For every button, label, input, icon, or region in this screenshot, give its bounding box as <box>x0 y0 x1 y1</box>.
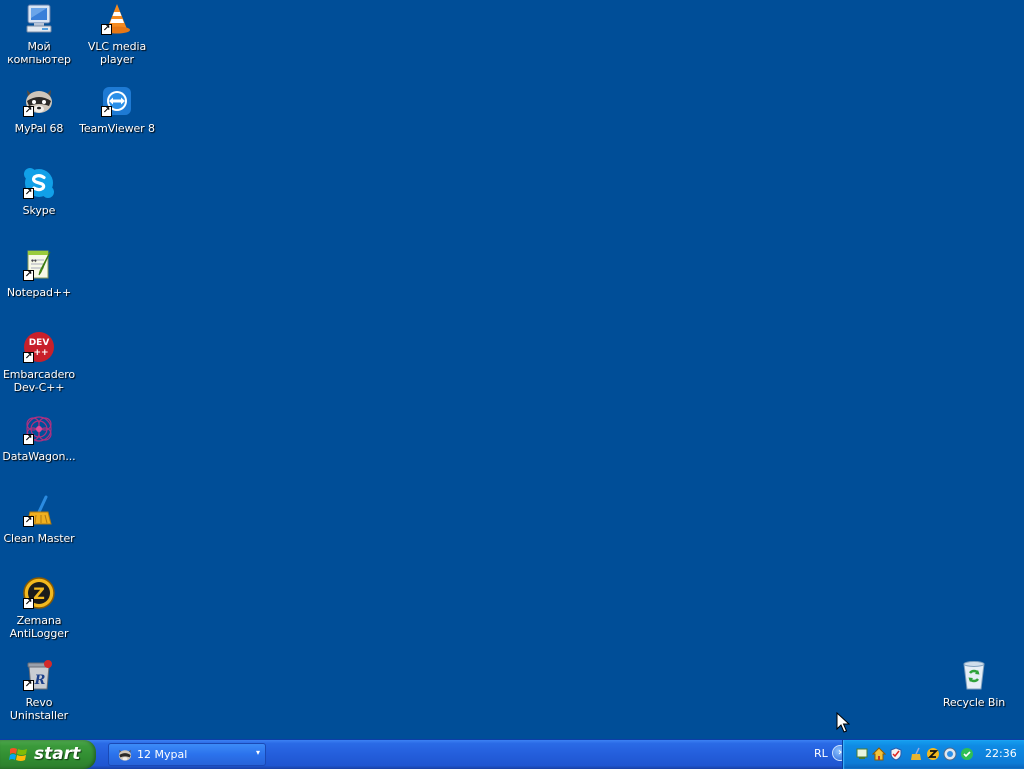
desktop-icon-my-computer[interactable]: Мой компьютер <box>0 2 78 76</box>
desktop-icon-cleanmaster[interactable]: ↗ Clean Master <box>0 494 78 568</box>
revo-uninstaller-icon: R ↗ <box>22 658 56 692</box>
icon-label-cleanmaster: Clean Master <box>3 532 75 545</box>
datawagon-icon: ↗ <box>22 412 56 446</box>
taskbar: start 12 Mypal ▾ RL › 22:36 <box>0 739 1024 769</box>
skype-tray-icon[interactable] <box>960 747 974 761</box>
start-label: start <box>34 744 81 764</box>
network-icon[interactable] <box>855 747 869 761</box>
desktop-icon-revo[interactable]: R ↗ Revo Uninstaller <box>0 658 78 732</box>
taskbar-button-mypal[interactable]: 12 Mypal ▾ <box>108 743 266 766</box>
desktop-icon-teamviewer[interactable]: ↗ TeamViewer 8 <box>78 84 156 158</box>
icon-label-recyclebin: Recycle Bin <box>942 696 1006 709</box>
mypal-raccoon-icon <box>118 749 132 761</box>
shortcut-arrow-icon: ↗ <box>23 680 34 691</box>
home-icon[interactable] <box>872 747 886 761</box>
revo-letter: R <box>34 673 46 688</box>
notepad-arrow-glyph: ↔ <box>31 257 37 265</box>
start-button[interactable]: start <box>0 740 96 769</box>
icon-label-mypal: MyPal 68 <box>14 122 64 135</box>
icon-label-my-computer: Мой компьютер <box>7 40 71 66</box>
icon-label-revo: Revo Uninstaller <box>9 696 69 722</box>
desktop[interactable]: Мой компьютер ↗ VLC media player ↗ MyPal… <box>0 0 1024 739</box>
notepad-plus-plus-icon: ↔ ↗ <box>22 248 56 282</box>
taskbar-clock[interactable]: 22:36 <box>985 747 1017 760</box>
mypal-raccoon-icon: ↗ <box>22 84 56 118</box>
desktop-icon-skype[interactable]: ↗ Skype <box>0 166 78 240</box>
desktop-icon-zemana[interactable]: Z ↗ Zemana AntiLogger <box>0 576 78 650</box>
teamviewer-icon: ↗ <box>100 84 134 118</box>
desktop-icon-recyclebin[interactable]: Recycle Bin <box>935 658 1013 732</box>
icon-label-skype: Skype <box>22 204 56 217</box>
desktop-icon-mypal[interactable]: ↗ MyPal 68 <box>0 84 78 158</box>
cleaner-icon[interactable] <box>909 747 923 761</box>
icon-label-devcpp: Embarcadero Dev-C++ <box>2 368 76 394</box>
devcpp-dev-text: DEV <box>29 338 50 348</box>
desktop-icon-devcpp[interactable]: DEV ++ ↗ Embarcadero Dev-C++ <box>0 330 78 404</box>
icon-label-teamviewer: TeamViewer 8 <box>79 122 155 135</box>
devcpp-icon: DEV ++ ↗ <box>22 330 56 364</box>
shortcut-arrow-icon: ↗ <box>23 434 34 445</box>
zemana-icon: Z ↗ <box>22 576 56 610</box>
my-computer-icon <box>22 2 56 36</box>
teamviewer-tray-icon[interactable] <box>943 747 957 761</box>
icon-label-notepadpp: Notepad++ <box>6 286 72 299</box>
system-tray: 22:36 <box>842 740 1024 769</box>
recycle-bin-icon <box>957 658 991 692</box>
shortcut-arrow-icon: ↗ <box>23 352 34 363</box>
taskbar-button-label: 12 Mypal <box>137 748 188 761</box>
vlc-cone-icon: ↗ <box>100 2 134 36</box>
mouse-cursor-icon <box>836 712 850 733</box>
desktop-icon-notepadpp[interactable]: ↔ ↗ Notepad++ <box>0 248 78 322</box>
icon-label-zemana: Zemana AntiLogger <box>9 614 69 640</box>
zemana-letter: Z <box>33 584 45 603</box>
broom-icon: ↗ <box>22 494 56 528</box>
shortcut-arrow-icon: ↗ <box>101 106 112 117</box>
shield-icon[interactable] <box>889 747 903 761</box>
chevron-down-icon[interactable]: ▾ <box>256 748 260 757</box>
shortcut-arrow-icon: ↗ <box>101 24 112 35</box>
desktop-icon-vlc[interactable]: ↗ VLC media player <box>78 2 156 76</box>
desktop-icon-datawagon[interactable]: ↗ DataWagon... <box>0 412 78 486</box>
skype-icon: ↗ <box>22 166 56 200</box>
shortcut-arrow-icon: ↗ <box>23 188 34 199</box>
shortcut-arrow-icon: ↗ <box>23 106 34 117</box>
zemana-tray-icon[interactable] <box>926 747 940 761</box>
devcpp-plus-text: ++ <box>33 348 48 358</box>
windows-flag-icon <box>9 748 27 761</box>
language-indicator[interactable]: RL <box>814 747 828 760</box>
shortcut-arrow-icon: ↗ <box>23 598 34 609</box>
icon-label-vlc: VLC media player <box>87 40 147 66</box>
shortcut-arrow-icon: ↗ <box>23 516 34 527</box>
icon-label-datawagon: DataWagon... <box>2 450 76 463</box>
shortcut-arrow-icon: ↗ <box>23 270 34 281</box>
